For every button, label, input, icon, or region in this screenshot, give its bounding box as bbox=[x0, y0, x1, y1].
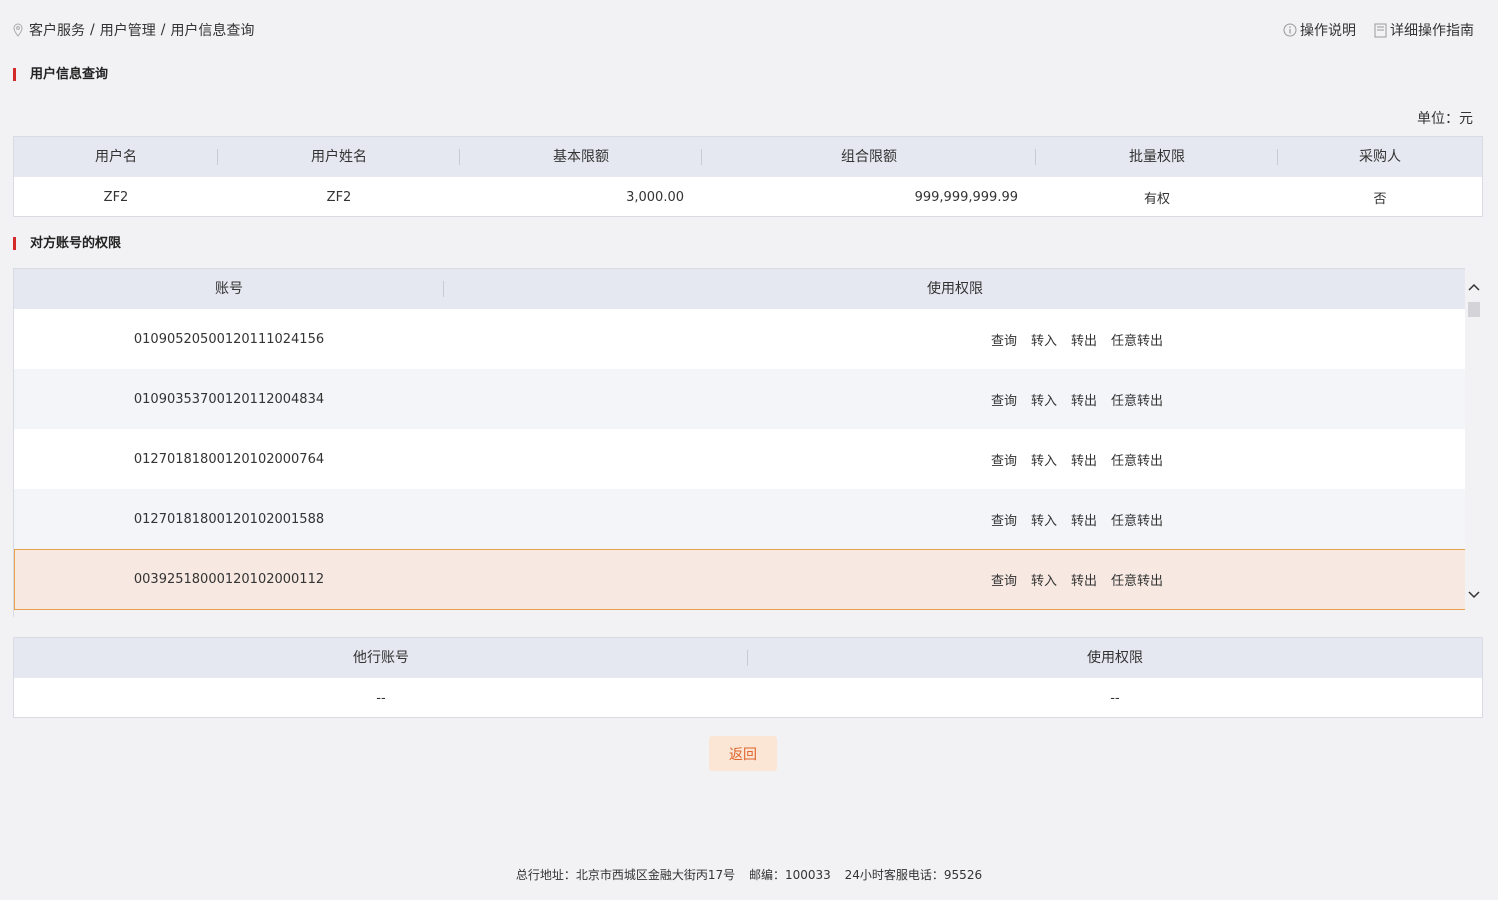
permission-tag: 转入 bbox=[1030, 513, 1057, 529]
back-button[interactable]: 返回 bbox=[709, 736, 777, 771]
operation-help-label: 操作说明 bbox=[1300, 23, 1356, 39]
location-pin-icon bbox=[13, 23, 23, 37]
permission-tag: 任意转出 bbox=[1110, 513, 1163, 529]
permission-tag: 转入 bbox=[1030, 333, 1057, 349]
section-title-user-info: 用户信息查询 bbox=[13, 67, 108, 83]
cell-permissions: 查询 转入 转出 任意转出 bbox=[444, 390, 1466, 409]
user-info-table: 用户名 用户姓名 基本限额 组合限额 批量权限 采购人 ZF2 ZF2 3,00… bbox=[13, 136, 1483, 217]
footer-postcode: 邮编：100033 bbox=[749, 868, 831, 882]
permission-tag: 查询 bbox=[990, 574, 1017, 589]
table-row[interactable]: 01090520500120111024156 查询 转入 转出 任意转出 bbox=[14, 309, 1466, 369]
cell-account-number: 00392518000120102000112 bbox=[133, 572, 325, 587]
scrollbar-thumb[interactable] bbox=[1468, 302, 1480, 317]
cell-other-account: -- bbox=[376, 690, 386, 706]
cell-permissions: 查询 转入 转出 任意转出 bbox=[444, 510, 1466, 529]
permission-tag: 转出 bbox=[1070, 453, 1097, 469]
permission-tag: 查询 bbox=[990, 393, 1017, 409]
breadcrumb: 客户服务 / 用户管理 / 用户信息查询 bbox=[12, 20, 254, 40]
permission-tag: 转入 bbox=[1030, 393, 1057, 409]
footer-hotline: 24小时客服电话：95526 bbox=[844, 868, 983, 882]
scroll-down-icon[interactable] bbox=[1468, 588, 1480, 600]
col-header-basic-limit: 基本限额 bbox=[460, 137, 702, 177]
cell-permissions: 查询 转入 转出 任意转出 bbox=[444, 330, 1466, 349]
cell-account-number: 01270181800120102001588 bbox=[133, 511, 325, 527]
cell-purchaser: 否 bbox=[1373, 191, 1387, 207]
permission-tag: 转出 bbox=[1070, 333, 1097, 349]
table-row[interactable]: 00392518000120102000112 查询 转入 转出 任意转出 bbox=[14, 549, 1466, 610]
permission-tag: 转出 bbox=[1070, 393, 1097, 409]
table-row[interactable]: 01270181800120102001588 查询 转入 转出 任意转出 bbox=[14, 489, 1466, 549]
permission-tag: 转入 bbox=[1030, 574, 1057, 589]
table-row[interactable]: 01270181800120102000764 查询 转入 转出 任意转出 bbox=[14, 429, 1466, 489]
permission-tag: 查询 bbox=[990, 453, 1017, 469]
other-bank-table-header: 他行账号 使用权限 bbox=[14, 638, 1482, 678]
info-icon bbox=[1283, 23, 1297, 37]
acct-perm-rows: 01090520500120111024156 查询 转入 转出 任意转出 0109035… bbox=[14, 309, 1466, 610]
permission-tag: 转出 bbox=[1070, 574, 1097, 589]
cell-account-number: 01090353700120112004834 bbox=[133, 391, 325, 407]
permission-tag: 查询 bbox=[990, 513, 1017, 529]
cell-account-number: 01270181800120102000764 bbox=[133, 451, 325, 467]
permission-tag: 任意转出 bbox=[1110, 333, 1163, 349]
permission-tag: 任意转出 bbox=[1110, 393, 1163, 409]
help-links: 操作说明 详细操作指南 bbox=[1265, 20, 1474, 40]
col-header-other-permission: 使用权限 bbox=[1087, 650, 1143, 666]
footer: 总行地址：北京市西城区金融大街丙17号 邮编：100033 24小时客服电话：9… bbox=[0, 866, 1498, 883]
col-header-account: 账号 bbox=[14, 269, 444, 309]
col-header-other-account: 他行账号 bbox=[14, 638, 748, 678]
permission-tag: 任意转出 bbox=[1110, 453, 1163, 469]
scroll-up-icon[interactable] bbox=[1468, 282, 1480, 294]
col-header-fullname: 用户姓名 bbox=[218, 137, 460, 177]
cell-account-number: 01090520500120111024156 bbox=[133, 331, 325, 347]
user-info-table-header: 用户名 用户姓名 基本限额 组合限额 批量权限 采购人 bbox=[14, 137, 1482, 177]
cell-username: ZF2 bbox=[103, 189, 129, 205]
table-row[interactable]: 01090353700120112004834 查询 转入 转出 任意转出 bbox=[14, 369, 1466, 429]
breadcrumb-separator: / bbox=[90, 22, 95, 38]
document-icon bbox=[1374, 23, 1387, 37]
detailed-guide-link[interactable]: 详细操作指南 bbox=[1374, 20, 1474, 40]
other-bank-table: 他行账号 使用权限 -- -- bbox=[13, 637, 1483, 718]
table-row: ZF2 ZF2 3,000.00 999,999,999.99 有权 否 bbox=[14, 177, 1482, 217]
breadcrumb-item-user-mgmt[interactable]: 用户管理 bbox=[100, 20, 156, 40]
col-header-batch-perm: 批量权限 bbox=[1036, 137, 1278, 177]
col-header-username: 用户名 bbox=[14, 137, 218, 177]
section-title-acct-perms: 对方账号的权限 bbox=[13, 236, 121, 252]
permission-tag: 转入 bbox=[1030, 453, 1057, 469]
operation-help-link[interactable]: 操作说明 bbox=[1283, 20, 1356, 40]
acct-table-scrollbar[interactable] bbox=[1465, 268, 1483, 617]
col-header-purchaser: 采购人 bbox=[1359, 149, 1401, 165]
cell-basic-limit: 3,000.00 bbox=[626, 189, 684, 205]
col-header-permission: 使用权限 bbox=[927, 281, 983, 297]
unit-label: 单位：元 bbox=[1417, 111, 1473, 127]
breadcrumb-separator: / bbox=[160, 22, 166, 38]
breadcrumb-item-current: 用户信息查询 bbox=[170, 23, 255, 39]
footer-address: 总行地址：北京市西城区金融大街丙17号 bbox=[515, 868, 736, 882]
acct-perm-table-header: 账号 使用权限 bbox=[14, 269, 1466, 309]
table-row: -- -- bbox=[14, 678, 1482, 718]
cell-permissions: 查询 转入 转出 任意转出 bbox=[444, 450, 1466, 469]
col-header-combo-limit: 组合限额 bbox=[702, 137, 1036, 177]
permission-tag: 任意转出 bbox=[1110, 574, 1163, 589]
top-bar: 客户服务 / 用户管理 / 用户信息查询 操作说明 详细操作指南 bbox=[12, 20, 1474, 40]
permission-tag: 转出 bbox=[1070, 513, 1097, 529]
permission-tag: 查询 bbox=[990, 333, 1017, 349]
cell-permissions: 查询 转入 转出 任意转出 bbox=[444, 570, 1466, 589]
detailed-guide-label: 详细操作指南 bbox=[1390, 23, 1474, 39]
acct-perm-table[interactable]: 账号 使用权限 01090520500120111024156 查询 转入 转出 任意转… bbox=[13, 268, 1483, 617]
cell-fullname: ZF2 bbox=[326, 189, 352, 205]
cell-combo-limit: 999,999,999.99 bbox=[914, 189, 1018, 205]
cell-other-permission: -- bbox=[1110, 690, 1120, 706]
cell-batch-perm: 有权 bbox=[1143, 191, 1170, 207]
breadcrumb-item-service[interactable]: 客户服务 bbox=[29, 20, 85, 40]
